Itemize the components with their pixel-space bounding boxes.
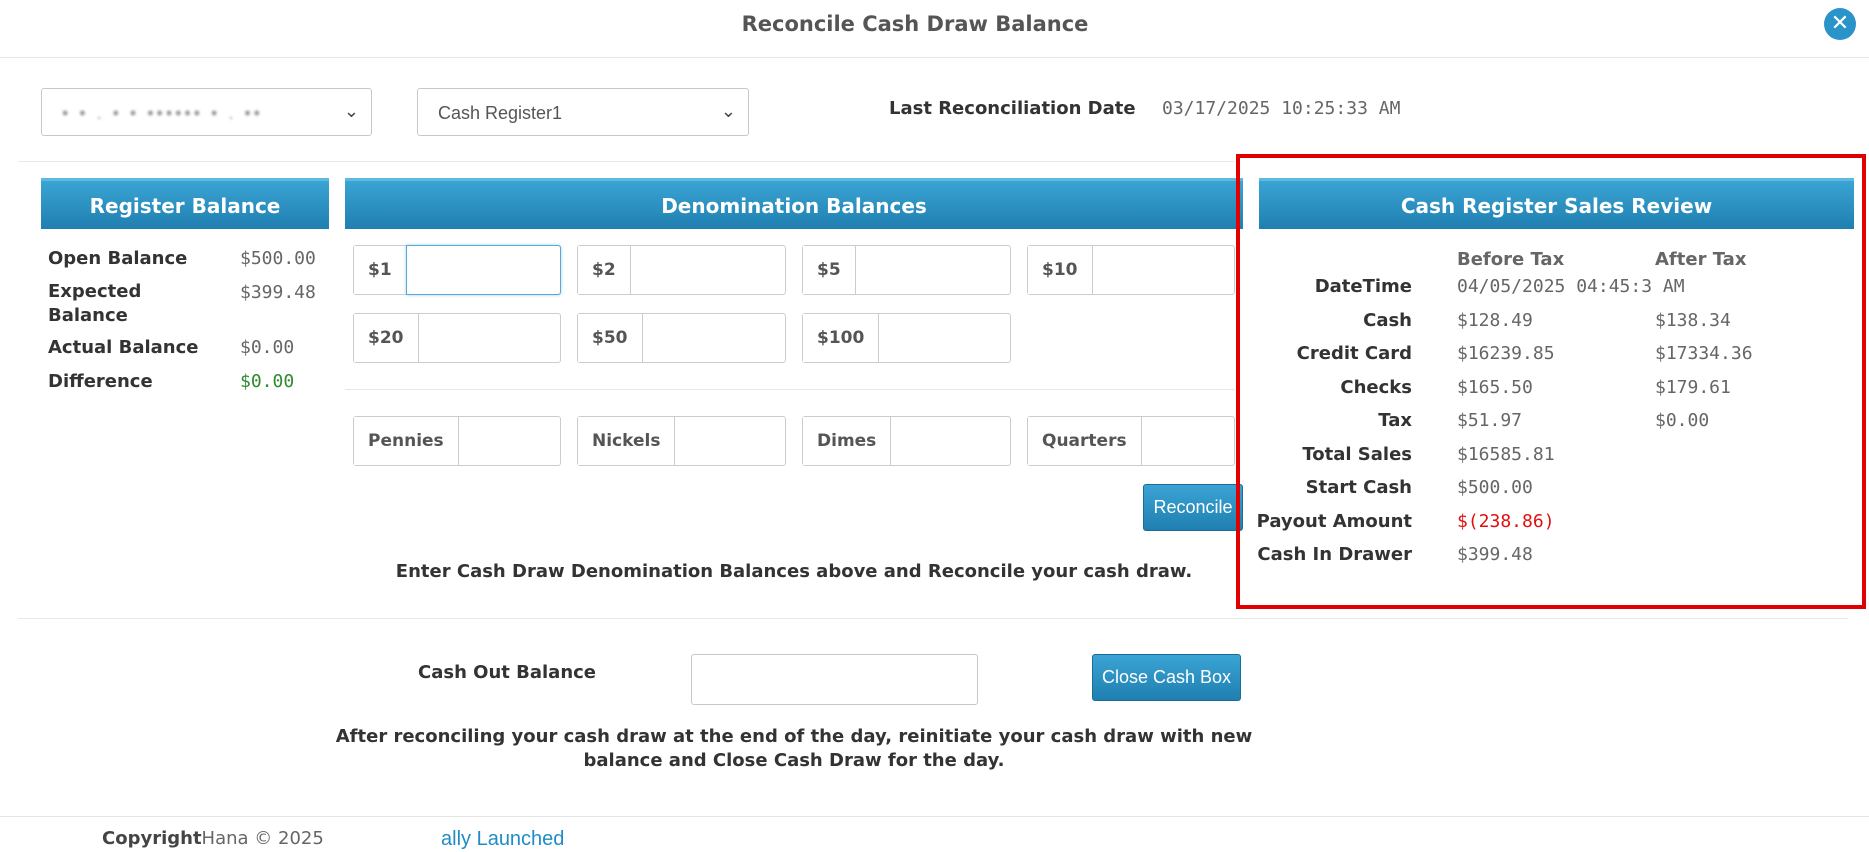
cash-out-note-line1: After reconciling your cash draw at the … [335, 726, 1253, 747]
denomination-1-field[interactable]: $1 [353, 245, 561, 295]
dimes-label: Dimes [803, 417, 892, 465]
footer-copyright: CopyrightHana © 2025 [102, 828, 324, 849]
close-cash-box-button[interactable]: Close Cash Box [1092, 654, 1241, 701]
denomination-5-field[interactable]: $5 [802, 245, 1011, 295]
actual-balance-value: $0.00 [240, 337, 295, 358]
divider [18, 161, 1234, 162]
denomination-2-input[interactable] [631, 246, 785, 294]
register-select-value: Cash Register1 [438, 103, 563, 123]
register-select[interactable]: Cash Register1 ⌄ [417, 88, 749, 136]
chevron-down-icon: ⌄ [720, 101, 736, 121]
pennies-input[interactable] [459, 417, 560, 465]
cash-after-tax: $138.34 [1655, 310, 1731, 331]
location-select-value: • • . • • •••••• • . •• [62, 103, 263, 123]
dimes-field[interactable]: Dimes [802, 416, 1011, 466]
cash-out-balance-input[interactable] [691, 654, 978, 705]
denomination-2-field[interactable]: $2 [577, 245, 786, 295]
checks-before-tax: $165.50 [1457, 377, 1533, 398]
denomination-20-field[interactable]: $20 [353, 313, 561, 363]
register-balance-header: Register Balance [41, 178, 329, 229]
quarters-label: Quarters [1028, 417, 1142, 465]
credit-card-after-tax: $17334.36 [1655, 343, 1753, 364]
denomination-10-field[interactable]: $10 [1027, 245, 1235, 295]
checks-after-tax: $179.61 [1655, 377, 1731, 398]
denomination-5-label: $5 [803, 246, 856, 294]
tax-after-tax: $0.00 [1655, 410, 1710, 431]
nickels-field[interactable]: Nickels [577, 416, 786, 466]
total-sales-value: $16585.81 [1457, 444, 1555, 465]
tax-label: Tax [1378, 410, 1412, 431]
cash-label: Cash [1363, 310, 1412, 331]
reconcile-instructions: Enter Cash Draw Denomination Balances ab… [395, 561, 1193, 582]
checks-label: Checks [1340, 377, 1412, 398]
cash-in-drawer-label: Cash In Drawer [1257, 544, 1412, 565]
divider [18, 618, 1848, 619]
denomination-100-field[interactable]: $100 [802, 313, 1011, 363]
last-reconciliation-label: Last Reconciliation Date [889, 98, 1136, 119]
denomination-20-label: $20 [354, 314, 419, 362]
difference-value: $0.00 [240, 371, 295, 392]
denomination-1-label: $1 [354, 246, 407, 294]
tax-before-tax: $51.97 [1457, 410, 1523, 431]
divider [345, 389, 1235, 390]
datetime-label: DateTime [1314, 276, 1412, 297]
credit-card-before-tax: $16239.85 [1457, 343, 1555, 364]
location-select[interactable]: • • . • • •••••• • . •• ⌄ [41, 88, 372, 136]
close-icon[interactable]: ✕ [1824, 8, 1856, 40]
credit-card-label: Credit Card [1296, 343, 1412, 364]
cash-out-note-line2: balance and Close Cash Draw for the day. [583, 750, 1005, 771]
open-balance-value: $500.00 [240, 248, 316, 269]
start-cash-label: Start Cash [1305, 477, 1412, 498]
footer-divider [0, 816, 1869, 817]
denomination-50-field[interactable]: $50 [577, 313, 786, 363]
footer-link[interactable]: ally Launched [441, 828, 564, 851]
payout-amount-label: Payout Amount [1256, 511, 1412, 532]
cash-before-tax: $128.49 [1457, 310, 1533, 331]
chevron-down-icon: ⌄ [343, 101, 359, 121]
before-tax-header: Before Tax [1457, 249, 1565, 270]
denomination-20-input[interactable] [419, 314, 561, 362]
last-reconciliation-value: 03/17/2025 10:25:33 AM [1162, 98, 1401, 119]
denomination-50-label: $50 [578, 314, 643, 362]
after-tax-header: After Tax [1655, 249, 1747, 270]
denomination-10-input[interactable] [1093, 246, 1235, 294]
cash-in-drawer-value: $399.48 [1457, 544, 1533, 565]
nickels-input[interactable] [675, 417, 785, 465]
quarters-field[interactable]: Quarters [1027, 416, 1235, 466]
datetime-value: 04/05/2025 04:45:3 AM [1457, 276, 1685, 297]
total-sales-label: Total Sales [1302, 444, 1412, 465]
start-cash-value: $500.00 [1457, 477, 1533, 498]
denomination-2-label: $2 [578, 246, 631, 294]
nickels-label: Nickels [578, 417, 676, 465]
copyright-text: Hana © 2025 [201, 828, 324, 849]
expected-balance-value: $399.48 [240, 282, 316, 303]
denomination-balances-header: Denomination Balances [345, 178, 1243, 229]
reconcile-button[interactable]: Reconcile [1143, 484, 1243, 531]
actual-balance-label: Actual Balance [48, 337, 199, 358]
copyright-bold: Copyright [102, 828, 202, 849]
open-balance-label: Open Balance [48, 248, 188, 269]
denomination-1-input[interactable] [405, 245, 561, 295]
denomination-100-input[interactable] [879, 314, 1010, 362]
denomination-10-label: $10 [1028, 246, 1093, 294]
dimes-input[interactable] [891, 417, 1010, 465]
denomination-50-input[interactable] [643, 314, 786, 362]
quarters-input[interactable] [1142, 417, 1234, 465]
cash-out-balance-label: Cash Out Balance [418, 662, 597, 683]
pennies-field[interactable]: Pennies [353, 416, 561, 466]
payout-amount-value: $(238.86) [1457, 511, 1555, 532]
difference-label: Difference [48, 371, 153, 392]
pennies-label: Pennies [354, 417, 459, 465]
denomination-100-label: $100 [803, 314, 880, 362]
dialog-title: Reconcile Cash Draw Balance [741, 12, 1089, 36]
denomination-5-input[interactable] [856, 246, 1010, 294]
expected-balance-label: Expected Balance [48, 281, 142, 326]
